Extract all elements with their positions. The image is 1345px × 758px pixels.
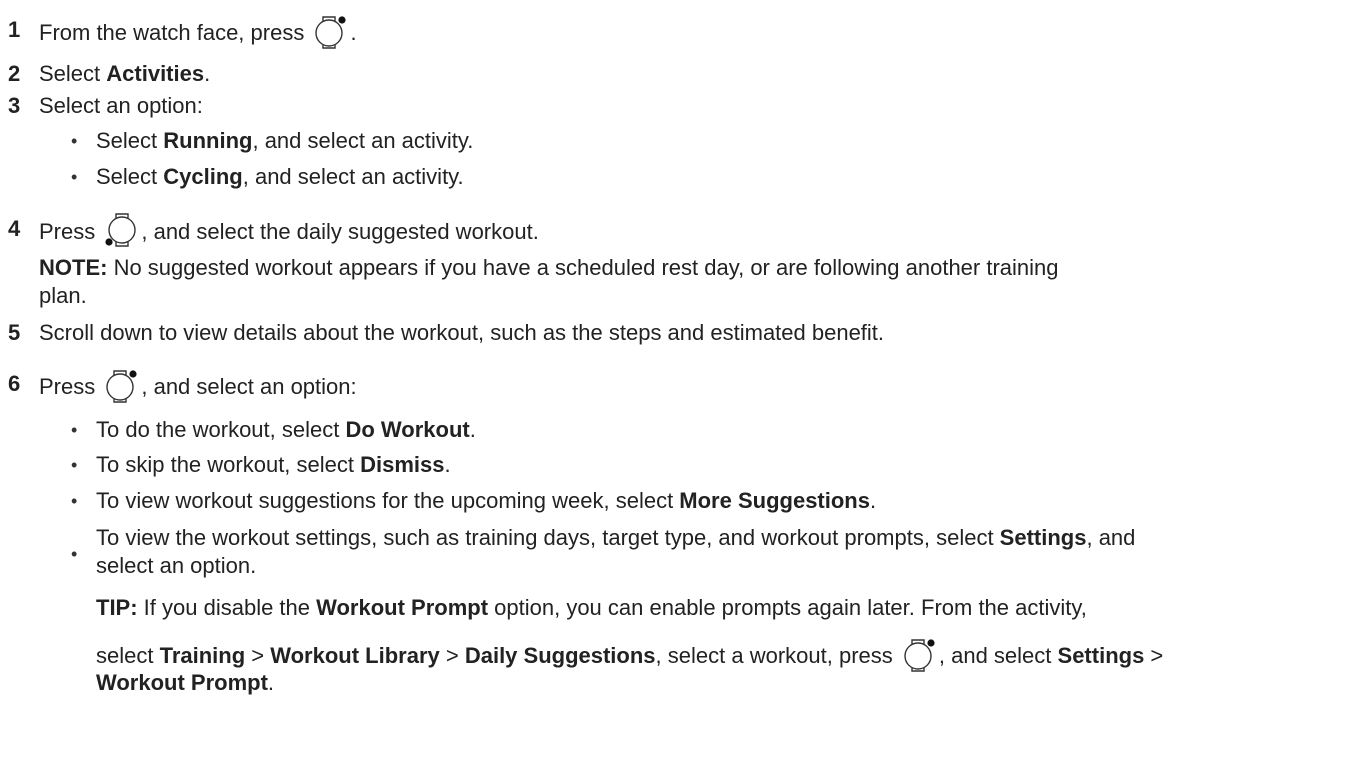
step-number: 5 — [8, 320, 21, 345]
step-text: From the watch face, press — [39, 19, 311, 45]
step-number: 3 — [8, 93, 21, 118]
step-number: 2 — [8, 61, 21, 86]
document-page: { "steps": [ {"n": "1", "a": "From the w… — [0, 0, 1345, 758]
tip-label: TIP: — [96, 595, 138, 620]
watch-bottom-left-button-icon — [103, 212, 139, 248]
step-number: 4 — [8, 216, 21, 241]
watch-top-right-button-icon — [103, 367, 139, 403]
watch-top-right-button-icon — [312, 13, 348, 49]
note-label: NOTE: — [39, 255, 108, 280]
step-number: 1 — [8, 17, 21, 42]
watch-top-right-button-icon — [901, 636, 937, 672]
step-number: 6 — [8, 371, 21, 396]
